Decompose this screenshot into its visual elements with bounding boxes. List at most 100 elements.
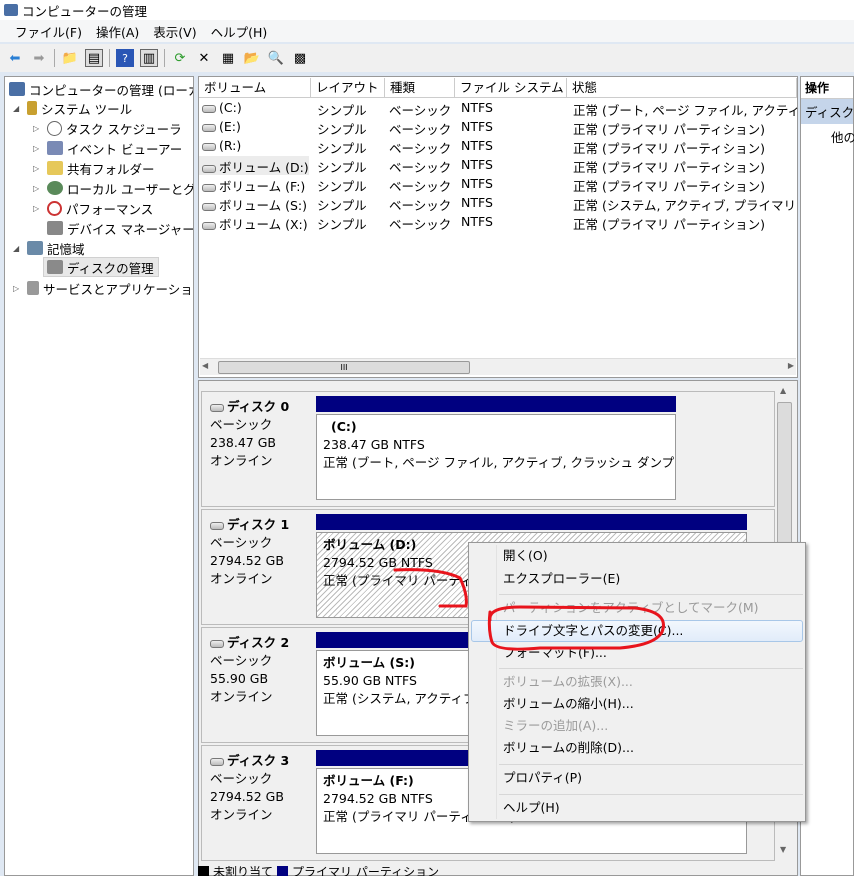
volume-icon — [202, 221, 216, 230]
delete-icon[interactable]: ✕ — [195, 49, 213, 67]
scroll-thumb[interactable]: III — [218, 361, 470, 374]
horizontal-scrollbar[interactable]: ◀ III ▶ — [200, 358, 796, 375]
cell-text: 正常 (プライマリ パーティション) — [573, 122, 765, 137]
tree-item-system-tools[interactable]: ◢ システム ツール — [13, 98, 132, 118]
cell: NTFS — [461, 176, 493, 191]
partition-box[interactable]: (C:) 238.47 GB NTFS 正常 (ブート, ページ ファイル, ア… — [316, 414, 676, 500]
volume-row[interactable]: ボリューム (D:) シンプル ベーシック NTFS 正常 (プライマリ パーティション… — [199, 156, 797, 175]
cell: ベーシック — [389, 100, 451, 119]
services-icon — [27, 281, 39, 295]
volume-row[interactable]: ボリューム (S:) シンプル ベーシック NTFS 正常 (システム, アクティブ, … — [199, 194, 797, 213]
tree-item-task-scheduler[interactable]: ▷ タスク スケジューラ — [33, 118, 182, 138]
cell: ベーシック — [389, 119, 451, 138]
toolbar-separator — [164, 49, 165, 67]
collapsed-arrow-icon[interactable]: ▷ — [33, 164, 43, 173]
menu-separator — [499, 594, 803, 595]
cell-text: ボリューム (F:) — [219, 179, 306, 194]
tree-item-storage[interactable]: ◢ 記憶域 — [13, 238, 85, 258]
show-tree-icon[interactable]: ▤ — [85, 49, 103, 67]
show-action-pane-icon[interactable]: ▥ — [140, 49, 158, 67]
cell: ボリューム (S:) — [202, 195, 307, 214]
cell-text: ベーシック — [389, 141, 452, 156]
forward-icon[interactable]: ➡ — [30, 49, 48, 67]
menu-item-shrink[interactable]: ボリュームの縮小(H)... — [503, 694, 634, 714]
menu-item-properties[interactable]: プロパティ(P) — [503, 768, 582, 788]
disk-type: ベーシック — [210, 535, 273, 550]
tree-item-local-users[interactable]: ▷ローカル ユーザーとグループ — [33, 178, 193, 198]
expanded-arrow-icon[interactable]: ◢ — [13, 244, 23, 253]
performance-icon — [47, 200, 62, 216]
tree-item-event-viewer[interactable]: ▷ イベント ビューアー — [33, 138, 182, 158]
tree-item-device-manager[interactable]: デバイス マネージャー — [47, 218, 193, 238]
column-header-type[interactable]: 種類 — [385, 78, 455, 98]
scroll-left-icon[interactable]: ◀ — [202, 361, 208, 370]
volume-icon — [202, 202, 216, 211]
up-folder-icon[interactable]: 📁 — [61, 49, 79, 67]
column-header-volume[interactable]: ボリューム — [199, 78, 311, 98]
disk-status: オンライン — [210, 807, 273, 822]
tree-item-performance[interactable]: ▷ パフォーマンス — [33, 198, 153, 218]
disk-label: ディスク 2 ベーシック 55.90 GB オンライン — [210, 634, 289, 706]
column-header-status[interactable]: 状態 — [567, 78, 797, 98]
menu-help[interactable]: ヘルプ(H) — [204, 22, 275, 41]
cell: NTFS — [461, 157, 493, 172]
actions-section-disk-management[interactable]: ディスクの管理 — [801, 99, 854, 124]
scroll-right-icon[interactable]: ▶ — [788, 361, 794, 370]
properties-icon[interactable]: ▦ — [219, 49, 237, 67]
disk-icon — [210, 757, 224, 766]
column-header-layout[interactable]: レイアウト — [311, 78, 385, 98]
scroll-up-icon[interactable]: ▲ — [780, 386, 786, 395]
volume-row[interactable]: (R:) シンプル ベーシック NTFS 正常 (プライマリ パーティション) — [199, 137, 797, 156]
menu-view[interactable]: 表示(V) — [146, 22, 203, 41]
menu-item-explore[interactable]: エクスプローラー(E) — [503, 569, 620, 589]
scroll-down-icon[interactable]: ▼ — [780, 845, 786, 854]
menu-item-mark-active: パーティションをアクティブとしてマーク(M) — [503, 600, 759, 615]
tree-item-root[interactable]: コンピューターの管理 (ローカル) — [9, 79, 193, 99]
disk-icon — [210, 521, 224, 530]
cell-text: ベーシック — [389, 160, 452, 175]
menu-item-change-drive-letter[interactable]: ドライブ文字とパスの変更(C)... — [503, 621, 683, 641]
menu-action[interactable]: 操作(A) — [89, 22, 146, 41]
cell: 正常 (ブート, ページ ファイル, アクティブ — [573, 100, 813, 119]
tree-item-shared-folders[interactable]: ▷ 共有フォルダー — [33, 158, 155, 178]
cell: シンプル — [317, 138, 367, 157]
partition[interactable]: (C:) 238.47 GB NTFS 正常 (ブート, ページ ファイル, ア… — [316, 396, 676, 500]
toolbar-separator — [109, 49, 110, 67]
menu-file[interactable]: ファイル(F) — [8, 22, 89, 41]
search-icon[interactable]: 🔍 — [267, 49, 285, 67]
volume-row[interactable]: ボリューム (X:) シンプル ベーシック NTFS 正常 (プライマリ パーティション… — [199, 213, 797, 232]
column-header-filesystem[interactable]: ファイル システム — [455, 78, 567, 98]
collapsed-arrow-icon[interactable]: ▷ — [13, 284, 23, 293]
collapsed-arrow-icon[interactable]: ▷ — [33, 204, 43, 213]
menu-item-format[interactable]: フォーマット(F)... — [503, 643, 607, 663]
collapsed-arrow-icon[interactable]: ▷ — [33, 144, 43, 153]
expanded-arrow-icon[interactable]: ◢ — [13, 104, 23, 113]
back-icon[interactable]: ⬅ — [6, 49, 24, 67]
menu-item-open[interactable]: 開く(O) — [503, 546, 548, 566]
storage-icon — [27, 241, 43, 255]
disk-name: ディスク 0 — [210, 398, 289, 416]
collapsed-arrow-icon[interactable]: ▷ — [33, 124, 43, 133]
volume-row[interactable]: (C:) シンプル ベーシック NTFS 正常 (ブート, ページ ファイル, アクティ… — [199, 99, 813, 119]
help-icon[interactable]: ? — [116, 49, 134, 67]
menu-item-help[interactable]: ヘルプ(H) — [503, 798, 560, 818]
tree-item-disk-management[interactable]: ディスクの管理 — [43, 257, 159, 277]
cell-text: NTFS — [461, 214, 493, 229]
cell-text: 正常 (システム, アクティブ, プライマリ — [573, 198, 796, 213]
menu-item-delete[interactable]: ボリュームの削除(D)... — [503, 738, 634, 758]
cell: ボリューム (D:) — [202, 157, 309, 176]
actions-more[interactable]: 他の操作 — [801, 124, 854, 146]
cell: NTFS — [461, 119, 493, 134]
volume-list: ボリューム レイアウト 種類 ファイル システム 状態 (C:) シンプル ベーシッ… — [198, 76, 813, 378]
refresh-icon[interactable]: ⟳ — [171, 49, 189, 67]
volume-row[interactable]: (E:) シンプル ベーシック NTFS 正常 (プライマリ パーティション) — [199, 118, 797, 137]
collapsed-arrow-icon[interactable]: ▷ — [33, 184, 43, 193]
cell-text: NTFS — [461, 138, 493, 153]
settings-icon[interactable]: ▩ — [291, 49, 309, 67]
cell: シンプル — [317, 176, 367, 195]
open-folder-icon[interactable]: 📂 — [243, 49, 261, 67]
disk-0[interactable]: ディスク 0 ベーシック 238.47 GB オンライン (C:) 238.47… — [201, 391, 775, 507]
volume-row[interactable]: ボリューム (F:) シンプル ベーシック NTFS 正常 (プライマリ パーティション… — [199, 175, 797, 194]
cell-text: シンプル — [317, 160, 367, 175]
tree-item-services[interactable]: ▷ サービスとアプリケーション — [13, 278, 193, 298]
